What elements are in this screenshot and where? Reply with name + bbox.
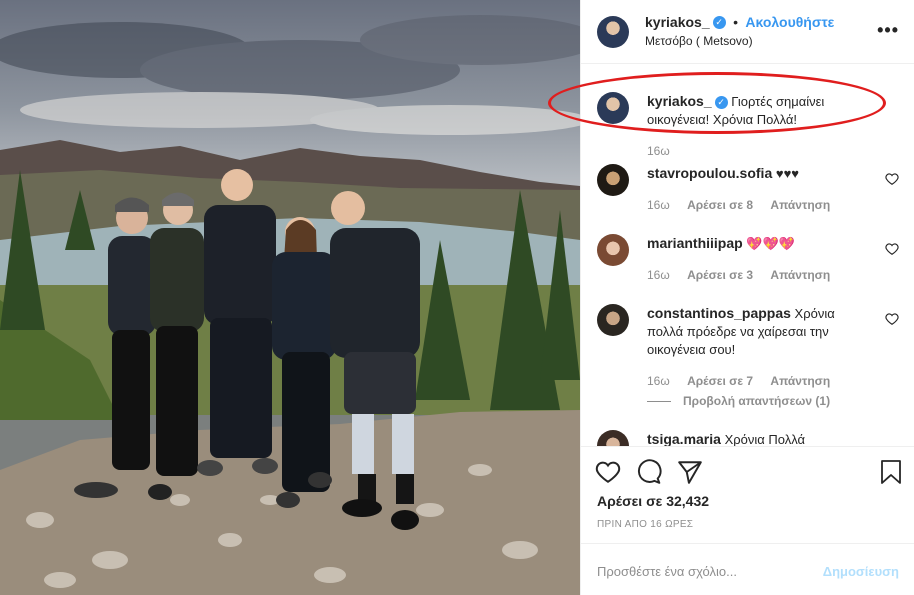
comment-text: constantinos_pappas Χρόνια πολλά πρόεδρε… [647,304,869,359]
comment-item: tsiga.maria Χρόνια Πολλά [597,430,899,446]
caption-meta: 16ω [647,142,684,160]
add-comment-input[interactable]: Προσθέστε ένα σχόλιο... [597,564,737,579]
verified-badge-icon: ✓ [712,16,726,30]
comment-meta: 16ω Αρέσει σε 3 Απάντηση [647,266,844,284]
heart-icon[interactable] [595,459,621,485]
comment-item: constantinos_pappas Χρόνια πολλά πρόεδρε… [597,304,899,408]
instagram-post-view: kyriakos_ ✓ • Ακολουθήστε Μετσόβο ( Metso… [0,0,914,595]
comment-text: marianthiiipap 💖💖💖 [647,234,869,253]
reply-button[interactable]: Απάντηση [770,374,830,388]
comment-icon[interactable] [636,459,662,485]
post-photo[interactable] [0,0,580,595]
comment-body: Χρόνια Πολλά [724,432,806,446]
view-replies[interactable]: Προβολή απαντήσεων (1) [647,392,844,410]
comment-username[interactable]: tsiga.maria [647,431,721,446]
bookmark-icon[interactable] [879,459,903,485]
share-icon[interactable] [677,459,703,485]
publish-button[interactable]: Δημοσίευση [823,564,899,579]
commenter-avatar[interactable] [597,164,629,196]
more-options-icon[interactable]: ••• [877,20,899,41]
post-header: kyriakos_ ✓ • Ακολουθήστε Μετσόβο ( Metso… [581,0,914,64]
post-timestamp[interactable]: ΠΡΙΝ ΑΠΟ 16 ΩΡΕΣ [597,519,693,530]
add-comment-bar: Προσθέστε ένα σχόλιο... Δημοσίευση [581,543,914,595]
comment-text: stavropoulou.sofia ♥♥♥ [647,164,869,183]
comment-likes[interactable]: Αρέσει σε 8 [687,198,753,212]
caption-time[interactable]: 16ω [647,144,670,158]
author-username[interactable]: kyriakos_ [645,14,710,30]
heart-icon[interactable] [885,312,899,326]
header-line: kyriakos_ ✓ • Ακολουθήστε [645,14,834,32]
comment-item: marianthiiipap 💖💖💖 16ω Αρέσει σε 3 Απάντ… [597,234,899,284]
comment-meta: 16ω Αρέσει σε 7 Απάντηση [647,372,844,390]
likes-count[interactable]: Αρέσει σε 32,432 [597,493,709,509]
separator-dot: • [733,14,738,30]
view-replies-label[interactable]: Προβολή απαντήσεων (1) [683,394,830,408]
location-link[interactable]: Μετσόβο ( Metsovo) [645,34,753,48]
heart-icon[interactable] [885,172,899,186]
commenter-avatar[interactable] [597,304,629,336]
comment-username[interactable]: constantinos_pappas [647,305,791,321]
reply-button[interactable]: Απάντηση [770,268,830,282]
comment-time[interactable]: 16ω [647,374,670,388]
photo-scene [0,15,580,595]
comment-username[interactable]: stavropoulou.sofia [647,165,772,181]
reply-button[interactable]: Απάντηση [770,198,830,212]
comment-time[interactable]: 16ω [647,268,670,282]
comment-likes[interactable]: Αρέσει σε 7 [687,374,753,388]
follow-button[interactable]: Ακολουθήστε [745,14,834,30]
commenter-avatar[interactable] [597,234,629,266]
comment-time[interactable]: 16ω [647,198,670,212]
clouds [0,15,580,135]
comment-meta: 16ω Αρέσει σε 8 Απάντηση [647,196,844,214]
highlight-annotation [548,72,886,134]
comment-username[interactable]: marianthiiipap [647,235,743,251]
heart-icon[interactable] [885,242,899,256]
comment-body: ♥♥♥ [775,166,800,181]
comment-item: stavropoulou.sofia ♥♥♥ 16ω Αρέσει σε 8 Α… [597,164,899,214]
comment-body: 💖💖💖 [746,236,795,251]
replies-divider [647,401,671,403]
comment-text: tsiga.maria Χρόνια Πολλά [647,430,869,446]
author-avatar[interactable] [597,16,629,48]
comment-likes[interactable]: Αρέσει σε 3 [687,268,753,282]
commenter-avatar[interactable] [597,430,629,446]
